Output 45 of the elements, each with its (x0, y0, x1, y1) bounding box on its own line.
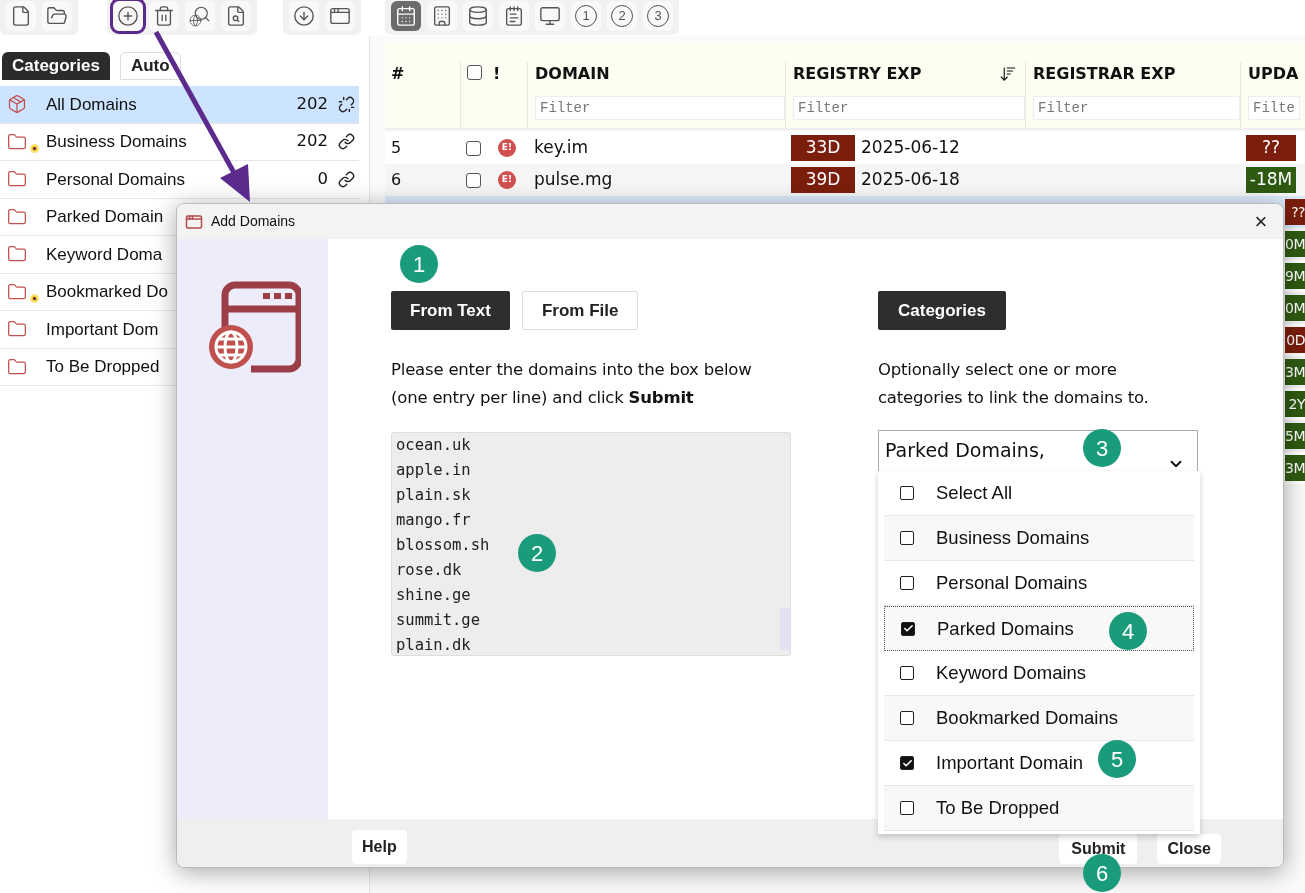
category-label: To Be Dropped (46, 356, 160, 378)
status-badge: 33D (791, 135, 855, 161)
date-cell-text: 2025-06-12 (861, 136, 960, 160)
error-icon: E! (498, 139, 516, 157)
column-header: # (391, 64, 405, 83)
category-count: 202 (296, 92, 328, 115)
option-label: Business Domains (936, 526, 1090, 551)
domain-cell: pulse.mg (534, 169, 613, 190)
category-count: 202 (296, 130, 328, 153)
table-cell: 6 (391, 170, 402, 189)
status-badge: 3M (1285, 359, 1305, 385)
category-label: Keyword Doma (46, 243, 163, 266)
category-label: Parked Domain (46, 206, 164, 228)
option-label: Parked Domains (937, 616, 1074, 641)
category-label: Personal Domains (46, 168, 185, 191)
option-label: To Be Dropped (936, 796, 1060, 821)
status-badge: 5M (1285, 423, 1305, 449)
category-label: Business Domains (46, 131, 187, 153)
option-label: Keyword Domains (936, 661, 1087, 686)
category-label: All Domains (46, 93, 137, 116)
categories-hint: Optionally select one or more categories to link the domains to. (878, 359, 1150, 409)
status-badge: 39D (791, 167, 855, 193)
category-count: 0 (317, 167, 328, 190)
status-badge: ?? (1285, 199, 1305, 225)
date-cell-text: 2025-06-18 (861, 168, 960, 192)
status-badge: 0M (1285, 295, 1305, 321)
column-header: ! (493, 64, 501, 83)
error-icon: E! (498, 171, 516, 189)
category-label: Important Dom (46, 318, 159, 341)
category-label: Bookmarked Do (46, 281, 168, 303)
status-badge: 3M (1285, 455, 1305, 481)
status-badge: 0M (1285, 231, 1305, 257)
option-label: Select All (936, 481, 1013, 506)
status-badge: 0D (1285, 327, 1305, 353)
status-badge: ?? (1246, 135, 1296, 161)
status-badge: -18M (1246, 167, 1296, 193)
option-label: Bookmarked Domains (936, 706, 1118, 731)
dialog-title: Add Domains (211, 212, 296, 231)
table-cell: 5 (391, 138, 402, 157)
instructions-text: Please enter the domains into the box below (one entry per line) and click Submit (391, 359, 753, 409)
status-badge: 9M (1285, 263, 1305, 289)
domain-cell: key.im (534, 137, 589, 158)
status-badge: 2Y (1285, 391, 1305, 417)
option-label: Important Domain (936, 751, 1084, 776)
option-label: Personal Domains (936, 571, 1088, 596)
